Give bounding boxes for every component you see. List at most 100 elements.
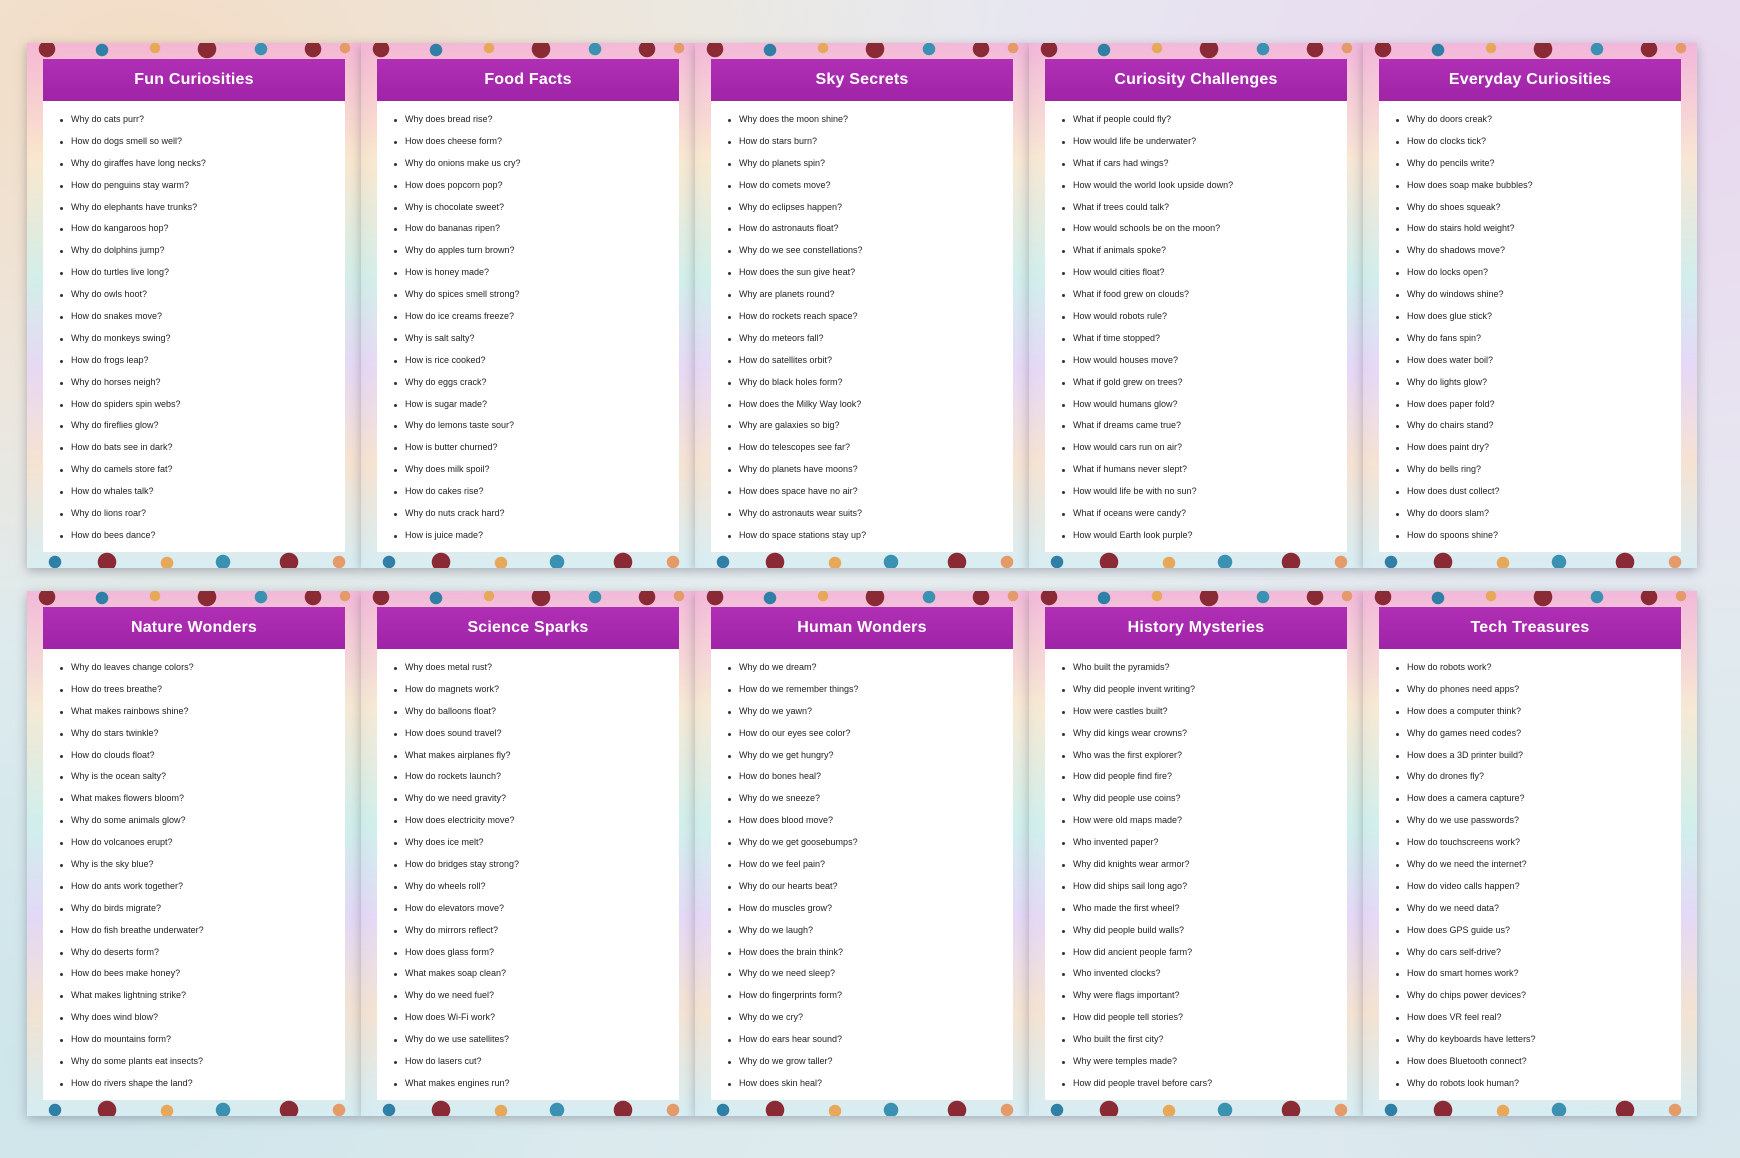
- card-page: Human Wonders Why do we dream? How do we…: [711, 607, 1013, 1100]
- question-item: What if time stopped?: [1062, 328, 1347, 350]
- question-item: How does space have no air?: [728, 481, 1013, 503]
- question-item: How do clocks tick?: [1396, 131, 1681, 153]
- question-item: Why do doors slam?: [1396, 503, 1681, 525]
- question-item: What makes flowers bloom?: [60, 788, 345, 810]
- question-item: Why do owls hoot?: [60, 284, 345, 306]
- question-item: Why do cats purr?: [60, 109, 345, 131]
- question-item: How does cheese form?: [394, 131, 679, 153]
- question-item: How do space stations stay up?: [728, 525, 1013, 547]
- question-item: How does glue stick?: [1396, 306, 1681, 328]
- question-item: Why do fans spin?: [1396, 328, 1681, 350]
- question-item: How does GPS guide us?: [1396, 920, 1681, 942]
- question-item: How do frogs leap?: [60, 350, 345, 372]
- question-item: How do bones heal?: [728, 766, 1013, 788]
- question-item: What if dreams came true?: [1062, 415, 1347, 437]
- question-item: How do smart homes work?: [1396, 963, 1681, 985]
- question-item: How would robots rule?: [1062, 306, 1347, 328]
- card-page: Nature Wonders Why do leaves change colo…: [43, 607, 345, 1100]
- question-list: How do robots work? Why do phones need a…: [1379, 649, 1681, 1095]
- question-item: How did people find fire?: [1062, 766, 1347, 788]
- question-item: How would life be underwater?: [1062, 131, 1347, 153]
- card-title: Science Sparks: [377, 607, 679, 649]
- question-item: Why do robots look human?: [1396, 1073, 1681, 1095]
- question-item: How do bees make honey?: [60, 963, 345, 985]
- question-item: How do we remember things?: [728, 679, 1013, 701]
- question-item: Why do nuts crack hard?: [394, 503, 679, 525]
- question-item: How would cars run on air?: [1062, 437, 1347, 459]
- question-item: How did people tell stories?: [1062, 1007, 1347, 1029]
- question-item: How would humans glow?: [1062, 394, 1347, 416]
- card-everyday-curiosities: Everyday Curiosities Why do doors creak?…: [1363, 43, 1697, 568]
- card-title: Curiosity Challenges: [1045, 59, 1347, 101]
- question-item: Why do meteors fall?: [728, 328, 1013, 350]
- question-item: Why do black holes form?: [728, 372, 1013, 394]
- question-item: How did ships sail long ago?: [1062, 876, 1347, 898]
- card-title: Fun Curiosities: [43, 59, 345, 101]
- question-list: Why does bread rise? How does cheese for…: [377, 101, 679, 547]
- question-item: How is juice made?: [394, 525, 679, 547]
- question-item: How is honey made?: [394, 262, 679, 284]
- question-item: How do muscles grow?: [728, 898, 1013, 920]
- question-item: Why do onions make us cry?: [394, 153, 679, 175]
- question-item: How would Earth look purple?: [1062, 525, 1347, 547]
- question-item: Why do mirrors reflect?: [394, 920, 679, 942]
- question-item: Why do windows shine?: [1396, 284, 1681, 306]
- question-list: Why do leaves change colors? How do tree…: [43, 649, 345, 1095]
- question-item: Why do elephants have trunks?: [60, 197, 345, 219]
- question-item: How do rivers shape the land?: [60, 1073, 345, 1095]
- question-item: Why do astronauts wear suits?: [728, 503, 1013, 525]
- question-item: How does glass form?: [394, 942, 679, 964]
- question-item: How do bats see in dark?: [60, 437, 345, 459]
- question-item: Why do we get goosebumps?: [728, 832, 1013, 854]
- question-item: Why do games need codes?: [1396, 723, 1681, 745]
- question-item: Who invented clocks?: [1062, 963, 1347, 985]
- question-item: What makes engines run?: [394, 1073, 679, 1095]
- question-item: Why do our hearts beat?: [728, 876, 1013, 898]
- question-item: How does a 3D printer build?: [1396, 745, 1681, 767]
- card-title: Everyday Curiosities: [1379, 59, 1681, 101]
- question-item: How do satellites orbit?: [728, 350, 1013, 372]
- question-item: How does a camera capture?: [1396, 788, 1681, 810]
- question-item: Why do pencils write?: [1396, 153, 1681, 175]
- question-item: Why do keyboards have letters?: [1396, 1029, 1681, 1051]
- card-nature-wonders: Nature Wonders Why do leaves change colo…: [27, 591, 361, 1116]
- question-item: How does paint dry?: [1396, 437, 1681, 459]
- question-item: How would houses move?: [1062, 350, 1347, 372]
- question-item: Why were temples made?: [1062, 1051, 1347, 1073]
- card-science-sparks: Science Sparks Why does metal rust? How …: [361, 591, 695, 1116]
- question-item: Why is salt salty?: [394, 328, 679, 350]
- question-item: How would schools be on the moon?: [1062, 218, 1347, 240]
- question-item: What makes rainbows shine?: [60, 701, 345, 723]
- question-item: How do stars burn?: [728, 131, 1013, 153]
- question-item: How is butter churned?: [394, 437, 679, 459]
- question-list: Why does metal rust? How do magnets work…: [377, 649, 679, 1095]
- card-human-wonders: Human Wonders Why do we dream? How do we…: [695, 591, 1029, 1116]
- question-item: Who was the first explorer?: [1062, 745, 1347, 767]
- question-item: Why do we see constellations?: [728, 240, 1013, 262]
- question-item: Why does bread rise?: [394, 109, 679, 131]
- question-item: How does the Milky Way look?: [728, 394, 1013, 416]
- question-item: How do touchscreens work?: [1396, 832, 1681, 854]
- question-item: How does the sun give heat?: [728, 262, 1013, 284]
- question-item: Why do we dream?: [728, 657, 1013, 679]
- question-item: Why are planets round?: [728, 284, 1013, 306]
- question-item: Why is the sky blue?: [60, 854, 345, 876]
- question-item: How does water boil?: [1396, 350, 1681, 372]
- question-list: Who built the pyramids? Why did people i…: [1045, 649, 1347, 1095]
- question-item: How do snakes move?: [60, 306, 345, 328]
- question-item: How do elevators move?: [394, 898, 679, 920]
- question-item: Why do deserts form?: [60, 942, 345, 964]
- question-item: How do mountains form?: [60, 1029, 345, 1051]
- question-item: How do magnets work?: [394, 679, 679, 701]
- question-item: Why do we sneeze?: [728, 788, 1013, 810]
- card-page: Fun Curiosities Why do cats purr? How do…: [43, 59, 345, 552]
- question-item: How does paper fold?: [1396, 394, 1681, 416]
- question-item: Why do monkeys swing?: [60, 328, 345, 350]
- question-item: How do rockets launch?: [394, 766, 679, 788]
- question-item: Why do eggs crack?: [394, 372, 679, 394]
- question-item: How were castles built?: [1062, 701, 1347, 723]
- question-item: How does dust collect?: [1396, 481, 1681, 503]
- question-item: Why do we need the internet?: [1396, 854, 1681, 876]
- question-item: Why do cars self-drive?: [1396, 942, 1681, 964]
- question-item: How do clouds float?: [60, 745, 345, 767]
